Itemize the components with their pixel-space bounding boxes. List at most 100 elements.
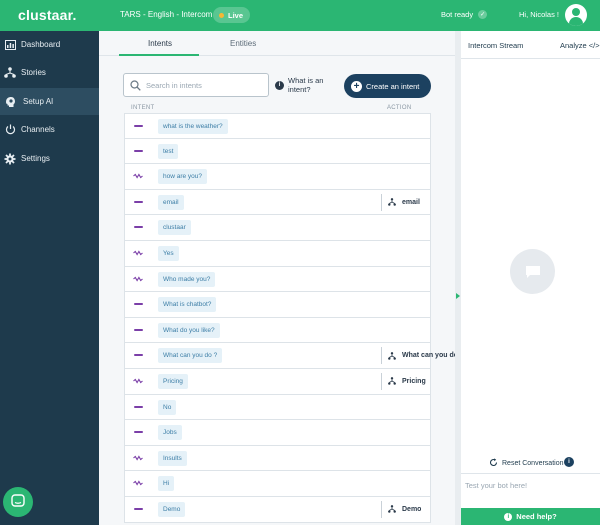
plus-icon: +	[351, 80, 362, 92]
what-is-intent-help[interactable]: What is an intent?	[288, 76, 328, 94]
app-logo[interactable]: clustaar.	[18, 7, 77, 23]
intent-chip[interactable]: What can you do ?	[158, 348, 223, 364]
live-badge[interactable]: Live	[213, 7, 251, 23]
sidebar: Dashboard Stories Setup AI Channels Sett…	[0, 31, 99, 525]
wave-marker-icon	[133, 454, 143, 463]
sidebar-item-dashboard[interactable]: Dashboard	[0, 31, 99, 58]
intent-chip[interactable]: What is chatbot?	[158, 297, 217, 313]
intent-chip[interactable]: Insults	[158, 450, 187, 466]
intent-row[interactable]: what is the weather?	[124, 113, 431, 139]
reset-label: Reset Conversation	[502, 460, 564, 467]
intent-chip[interactable]: Yes	[158, 245, 179, 261]
dash-marker-icon	[134, 303, 143, 306]
chat-bubble-icon	[11, 494, 25, 510]
intent-row[interactable]: Hi	[124, 471, 431, 497]
intent-action[interactable]: email	[381, 193, 420, 211]
reset-icon	[489, 458, 498, 469]
wave-marker-icon	[133, 249, 143, 258]
intent-action[interactable]: Demo	[381, 500, 421, 518]
wave-marker-icon	[133, 172, 143, 181]
dash-marker-icon	[134, 125, 143, 127]
live-dot-icon	[219, 12, 224, 18]
intent-row[interactable]: What do you like?	[124, 317, 431, 344]
intent-row[interactable]: No	[124, 394, 431, 421]
test-panel-header: Intercom Stream Analyze </>	[461, 31, 600, 59]
intent-chip[interactable]: Jobs	[158, 425, 182, 441]
tab-intents[interactable]: Intents	[148, 39, 172, 48]
tab-entities[interactable]: Entities	[230, 39, 256, 48]
stories-icon	[1, 67, 19, 78]
analyze-button[interactable]: Analyze </>	[560, 41, 600, 50]
intent-row[interactable]: email email	[124, 189, 431, 216]
dash-marker-icon	[134, 431, 143, 434]
intent-row[interactable]: how are you?	[124, 164, 431, 190]
sidebar-item-label: Channels	[21, 125, 55, 134]
intent-action[interactable]: What can you do	[381, 347, 458, 365]
need-help-button[interactable]: i Need help?	[461, 508, 600, 525]
intent-action-label: Pricing	[402, 377, 426, 385]
top-bar: clustaar. TARS - English - Intercom Live…	[0, 0, 600, 31]
bot-status: Bot ready ✓	[441, 10, 488, 19]
main-content: Intents Entities i What is an intent? + …	[99, 31, 458, 525]
intent-chip[interactable]: what is the weather?	[158, 119, 228, 134]
intent-chip[interactable]: clustaar	[158, 220, 191, 236]
story-icon	[388, 351, 396, 360]
intent-row[interactable]: Demo Demo	[124, 496, 431, 523]
intent-row[interactable]: Insults	[124, 445, 431, 472]
sidebar-item-settings[interactable]: Settings	[0, 145, 99, 172]
intent-row[interactable]: Pricing Pricing	[124, 368, 431, 395]
sidebar-item-channels[interactable]: Channels	[0, 116, 99, 143]
story-icon	[388, 377, 396, 386]
story-icon	[388, 198, 396, 207]
intent-chip[interactable]: Demo	[158, 501, 186, 517]
reset-conversation-button[interactable]: Reset Conversation	[489, 458, 563, 469]
create-intent-label: Create an intent	[366, 81, 420, 91]
search-box	[123, 73, 269, 97]
intent-chip[interactable]: What do you like?	[158, 322, 220, 338]
wave-marker-icon	[133, 275, 143, 284]
help-icon: i	[504, 512, 513, 521]
intent-chip[interactable]: Hi	[158, 476, 175, 492]
intent-action[interactable]: Pricing	[381, 372, 426, 390]
intent-chip[interactable]: how are you?	[158, 169, 208, 185]
dash-marker-icon	[134, 354, 143, 357]
intent-chip[interactable]: No	[158, 399, 177, 415]
info-icon[interactable]: i	[275, 81, 284, 90]
wave-marker-icon	[133, 377, 143, 386]
chat-bubble-button[interactable]	[3, 487, 33, 517]
sidebar-item-label: Setup AI	[23, 97, 54, 106]
test-panel: Intercom Stream Analyze </> Reset Conver…	[461, 31, 600, 525]
test-bot-input[interactable]	[465, 478, 595, 492]
test-input-area	[461, 473, 600, 507]
intent-row[interactable]: test	[124, 138, 431, 165]
intent-chip[interactable]: email	[158, 194, 184, 210]
bot-name: TARS - English - Intercom	[120, 10, 213, 19]
intent-chip[interactable]: Who made you?	[158, 271, 216, 287]
search-icon	[130, 80, 141, 93]
dash-marker-icon	[134, 149, 143, 152]
intent-row[interactable]: Jobs	[124, 420, 431, 446]
intent-row[interactable]: Yes	[124, 240, 431, 267]
intent-action-label: email	[402, 198, 420, 206]
user-avatar-icon[interactable]	[565, 4, 587, 26]
intent-chip[interactable]: test	[158, 143, 179, 159]
column-header-action: ACTION	[387, 105, 412, 111]
create-intent-button[interactable]: + Create an intent	[344, 74, 431, 98]
live-label: Live	[228, 10, 244, 20]
intent-row[interactable]: What is chatbot?	[124, 292, 431, 318]
info-icon[interactable]: i	[564, 457, 574, 467]
sidebar-item-stories[interactable]: Stories	[0, 59, 99, 86]
user-greeting: Hi, Nicolas !	[519, 10, 560, 19]
intent-row[interactable]: clustaar	[124, 215, 431, 241]
sidebar-item-label: Dashboard	[21, 40, 61, 49]
search-input[interactable]	[146, 74, 266, 96]
bot-status-label: Bot ready	[441, 10, 474, 19]
chat-placeholder-icon	[510, 249, 555, 294]
expand-arrow-icon[interactable]	[456, 293, 460, 299]
story-icon	[388, 505, 396, 514]
sidebar-item-setup-ai[interactable]: Setup AI	[0, 88, 99, 115]
intent-chip[interactable]: Pricing	[158, 373, 188, 389]
intent-row[interactable]: What can you do ? What can you do	[124, 343, 458, 369]
intent-row[interactable]: Who made you?	[124, 266, 431, 293]
intent-action-label: What can you do	[402, 352, 458, 360]
